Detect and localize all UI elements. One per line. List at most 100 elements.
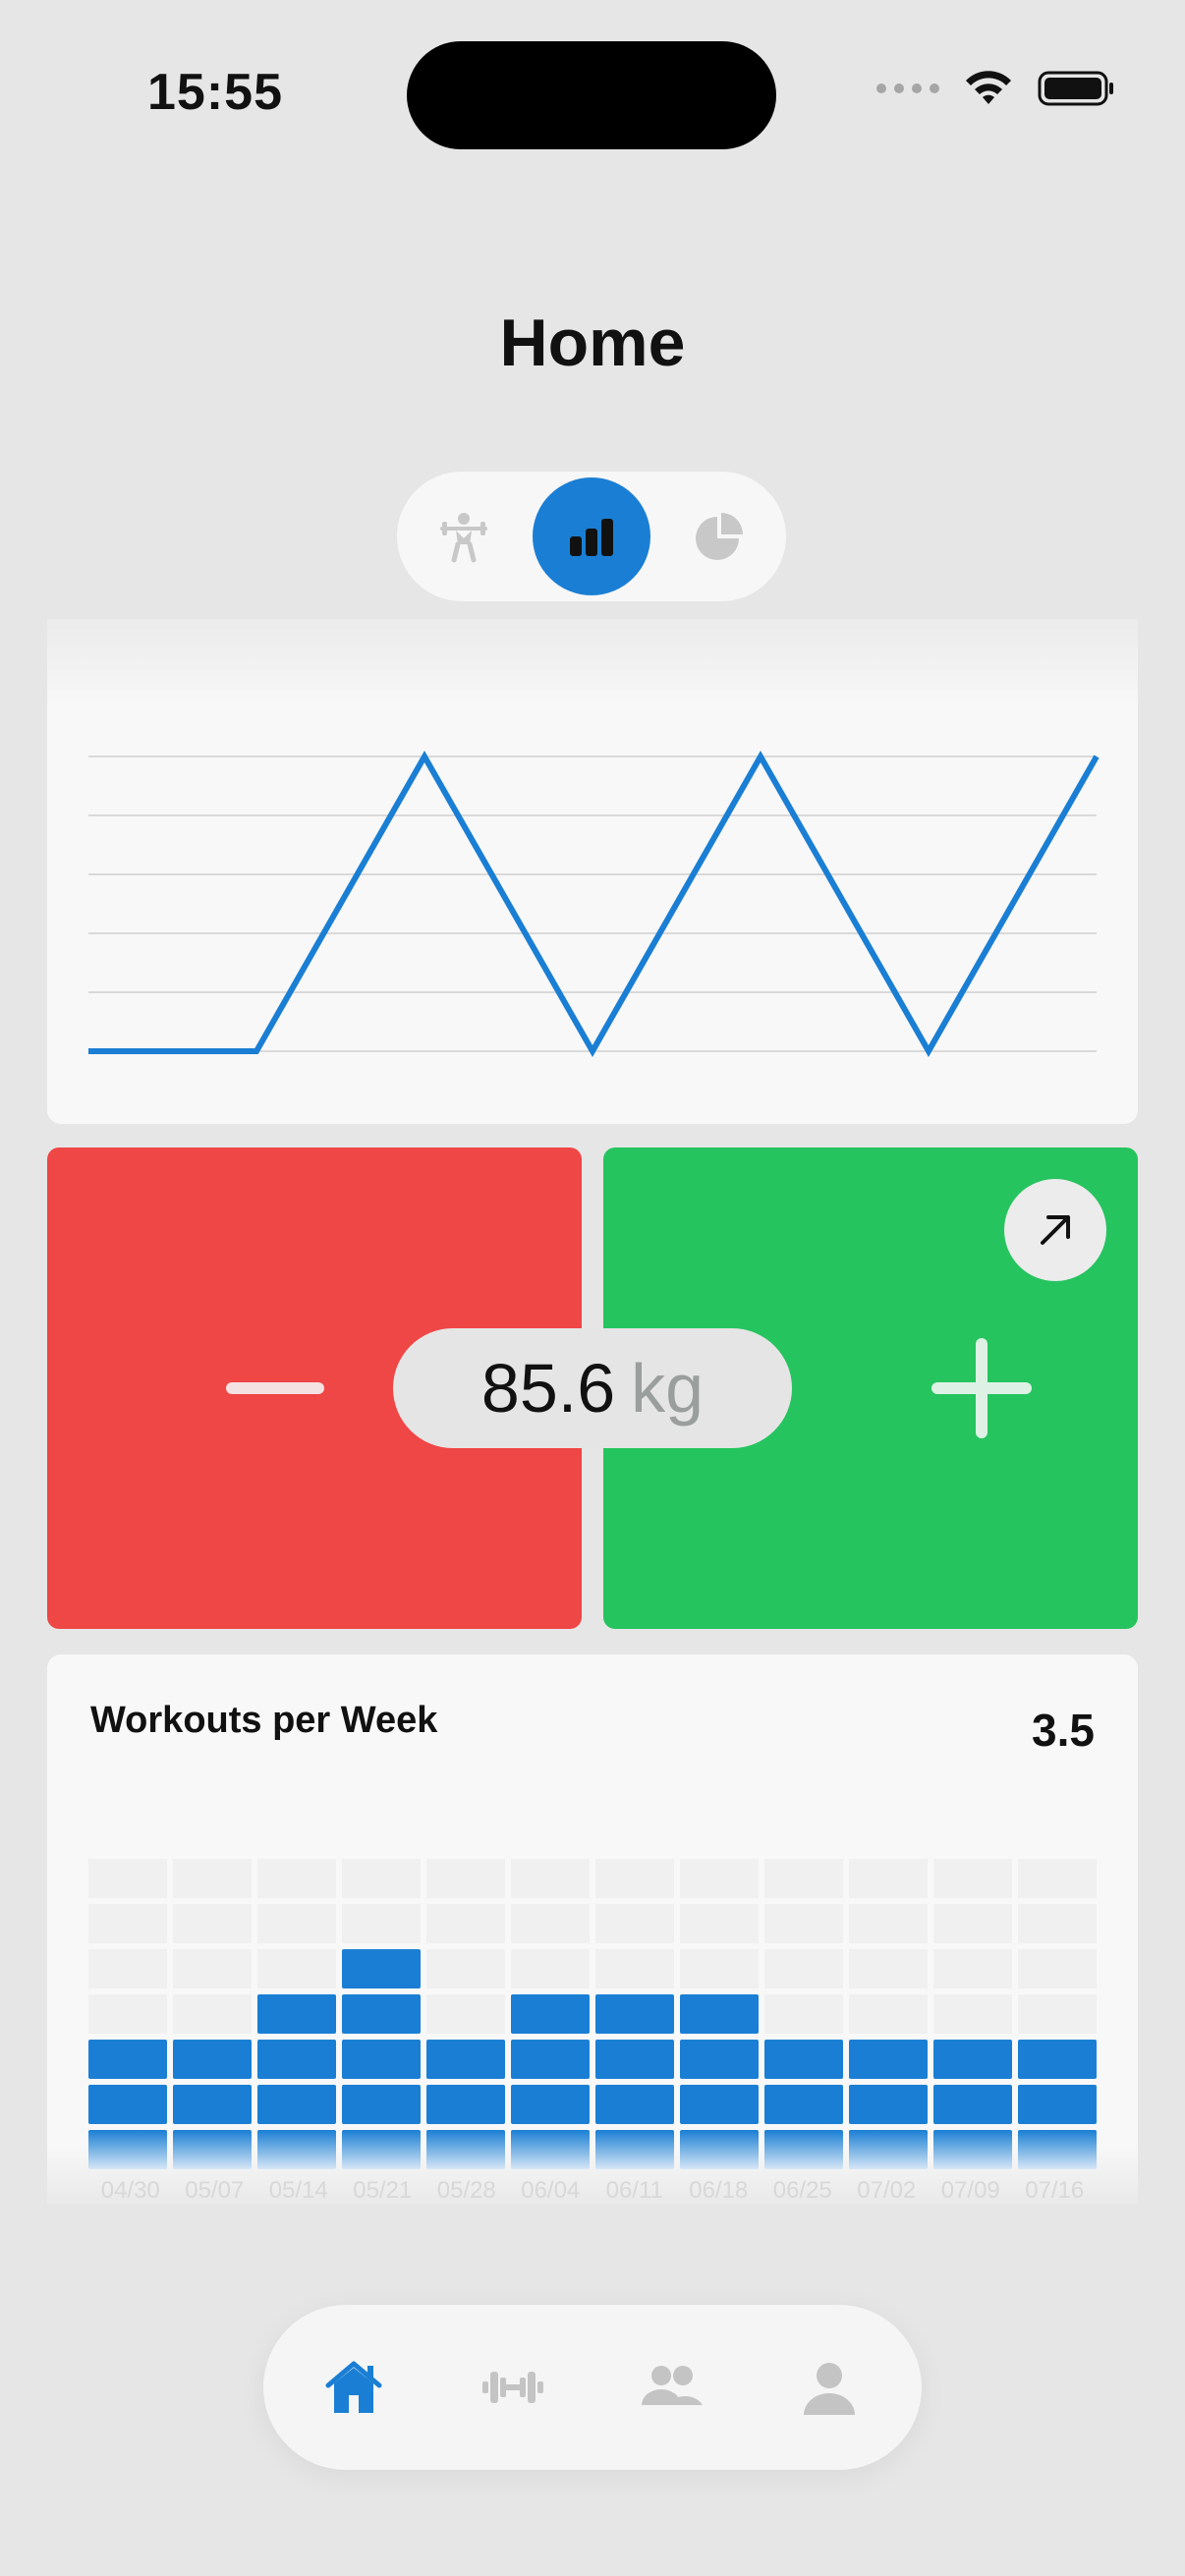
bar-block	[342, 2085, 421, 2124]
grid-cell	[849, 1859, 928, 1898]
grid-cell	[849, 1949, 928, 1988]
friends-icon	[642, 2366, 703, 2405]
cellular-signal-icon	[876, 84, 939, 93]
bar-block	[342, 2040, 421, 2079]
weight-line-chart	[88, 750, 1100, 1058]
x-tick-label: 07/16	[1025, 2177, 1085, 2204]
x-tick-label: 04/30	[100, 2177, 160, 2204]
bar-block	[88, 2130, 167, 2169]
grid-cell	[933, 1904, 1012, 1943]
expand-button[interactable]	[1004, 1179, 1106, 1281]
bar-block	[849, 2085, 928, 2124]
tab-profile[interactable]	[790, 2348, 869, 2427]
grid-cell	[764, 1994, 843, 2034]
bar-block	[88, 2085, 167, 2124]
grid-cell	[88, 1904, 167, 1943]
grid-cell	[764, 1949, 843, 1988]
grid-cell	[511, 1949, 590, 1988]
view-segmented-control	[397, 472, 786, 601]
bar-block	[680, 1994, 759, 2034]
bar-block	[173, 2040, 252, 2079]
grid-cell	[88, 1859, 167, 1898]
page-title: Home	[499, 306, 686, 380]
grid-cell	[88, 1949, 167, 1988]
x-tick-label: 05/21	[353, 2177, 413, 2204]
grid-cell	[173, 1994, 252, 2034]
grid-cell	[342, 1859, 421, 1898]
x-tick-label: 05/28	[436, 2177, 496, 2204]
tab-workouts[interactable]	[474, 2348, 552, 2427]
grid-cell	[1018, 1949, 1097, 1988]
weight-value: 85.6	[480, 1350, 616, 1427]
grid-cell	[173, 1904, 252, 1943]
profile-icon	[804, 2363, 855, 2415]
x-tick-label: 05/07	[185, 2177, 245, 2204]
grid-cell	[680, 1859, 759, 1898]
bar-block	[88, 2040, 167, 2079]
line-series	[88, 750, 1100, 1058]
bar-block	[1018, 2130, 1097, 2169]
segment-stats[interactable]	[533, 477, 650, 595]
grid-cell	[88, 1994, 167, 2034]
grid-cell	[1018, 1904, 1097, 1943]
grid-cell	[764, 1904, 843, 1943]
bar-block	[595, 2040, 674, 2079]
weight-display[interactable]: 85.6 kg	[393, 1328, 792, 1448]
weight-unit: kg	[631, 1350, 705, 1427]
bar-block	[680, 2085, 759, 2124]
bar-block	[933, 2040, 1012, 2079]
x-tick-label: 06/11	[605, 2177, 663, 2204]
grid-cell	[595, 1859, 674, 1898]
minus-icon	[226, 1382, 324, 1394]
bar-block	[426, 2085, 505, 2124]
grid-cell	[933, 1994, 1012, 2034]
bar-block	[595, 2130, 674, 2169]
pie-chart-icon	[696, 513, 743, 560]
grid-cell	[849, 1904, 928, 1943]
grid-cell	[426, 1859, 505, 1898]
grid-cell	[511, 1859, 590, 1898]
x-tick-label: 06/04	[521, 2177, 581, 2204]
bar-block	[764, 2040, 843, 2079]
tab-bar	[263, 2305, 922, 2470]
grid-cell	[426, 1904, 505, 1943]
x-tick-label: 06/25	[772, 2177, 832, 2204]
bar-block	[849, 2130, 928, 2169]
bar-block	[933, 2130, 1012, 2169]
workouts-title: Workouts per Week	[90, 1700, 438, 1741]
grid-cell	[173, 1859, 252, 1898]
grid-cell	[342, 1904, 421, 1943]
segment-workout[interactable]	[405, 477, 523, 595]
bar-block	[257, 2040, 336, 2079]
workouts-average-value: 3.5	[1032, 1705, 1095, 1756]
grid-cell	[426, 1949, 505, 1988]
bar-block	[595, 1994, 674, 2034]
grid-cell	[764, 1859, 843, 1898]
x-tick-label: 06/18	[689, 2177, 749, 2204]
x-tick-label: 07/09	[940, 2177, 1000, 2204]
grid-cell	[257, 1904, 336, 1943]
bar-block	[1018, 2040, 1097, 2079]
bar-block	[1018, 2085, 1097, 2124]
bar-block	[173, 2085, 252, 2124]
bar-block	[511, 2040, 590, 2079]
bar-block	[257, 2130, 336, 2169]
grid-cell	[849, 1994, 928, 2034]
bar-block	[595, 2085, 674, 2124]
bar-block	[257, 2085, 336, 2124]
tab-home[interactable]	[314, 2348, 393, 2427]
bar-block	[511, 2085, 590, 2124]
segment-breakdown[interactable]	[660, 477, 778, 595]
tab-friends[interactable]	[633, 2348, 711, 2427]
bar-block	[426, 2130, 505, 2169]
bar-block	[426, 2040, 505, 2079]
grid-cell	[257, 1949, 336, 1988]
bar-block	[680, 2040, 759, 2079]
week-axis-labels: 04/30 05/07 05/14 05/21 05/28 06/04 06/11 06/18…	[88, 2177, 1097, 2205]
grid-cell	[511, 1904, 590, 1943]
status-time: 15:55	[147, 64, 283, 121]
bar-block	[849, 2040, 928, 2079]
grid-cell	[1018, 1859, 1097, 1898]
bar-block	[511, 2130, 590, 2169]
bar-block	[933, 2085, 1012, 2124]
